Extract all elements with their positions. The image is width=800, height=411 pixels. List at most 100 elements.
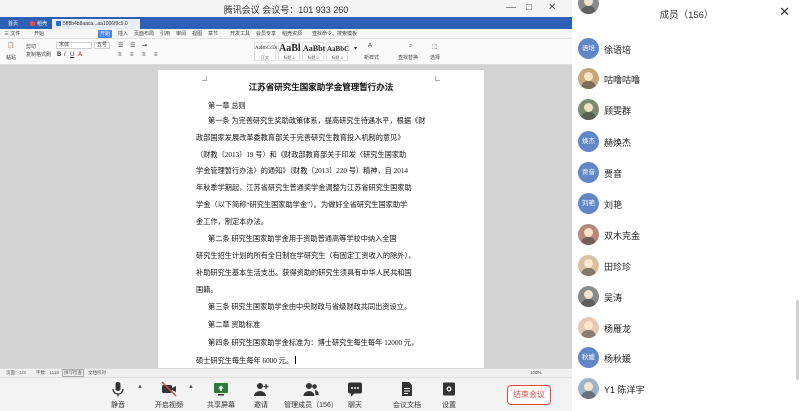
chat-button[interactable]: 聊天 xyxy=(332,381,378,410)
avatar xyxy=(578,286,599,307)
avatar xyxy=(578,224,599,245)
doc-line: 第一章 总则 xyxy=(208,102,246,110)
doc-line: 年秋季学期起，江苏省研究生普通奖学金调整为江苏省研究生国家助 xyxy=(196,184,412,192)
chevron-down-icon[interactable]: ▾ xyxy=(354,45,357,52)
style-normal[interactable]: AaBbCcDi 正文 xyxy=(254,42,278,61)
number-list-icon[interactable]: ☰ xyxy=(130,42,135,49)
format-painter-button[interactable]: 格式刷 xyxy=(36,51,51,58)
invite-button[interactable]: 邀请 xyxy=(238,381,284,410)
bold-icon[interactable]: B xyxy=(57,52,61,58)
zoom-level[interactable]: 100% xyxy=(530,370,542,375)
member-item[interactable]: 顾雯群 xyxy=(573,98,800,122)
member-name: 双木克金 xyxy=(604,231,641,241)
member-item[interactable]: 秋媛 杨秋媛 xyxy=(573,346,800,370)
style-normal-sample: AaBbCcDi xyxy=(255,46,278,51)
member-list-scrollbar[interactable] xyxy=(796,300,799,380)
doc-line: 金工作，制定本办法。 xyxy=(196,218,268,226)
avatar: 秋媛 xyxy=(578,347,599,368)
mute-options-chevron-icon[interactable]: ▲ xyxy=(137,384,143,390)
wps-tab-bar: 首页 稻壳 5ff8b4b8aaca...aa1006f9c9.0 xyxy=(0,17,572,29)
cut-button[interactable]: 剪切 xyxy=(26,43,36,50)
style-heading-1[interactable]: AaBl 标题 1 xyxy=(278,42,301,61)
document-page[interactable]: 江苏省研究生国家助学金管理暂行办法 第一章 总则 第一条 为完善研究生奖助政策体… xyxy=(158,70,484,375)
find-replace-button[interactable]: 查找替换 xyxy=(398,54,418,61)
style-heading-2[interactable]: AaBbt 标题 2 xyxy=(302,42,325,61)
spellcheck-toggle[interactable]: 拼写检查 xyxy=(62,369,84,377)
doc-line: 学金管理暂行办法〉的通知》（财教〔2013〕220 号）精神，自 2014 xyxy=(196,167,409,175)
menu-review[interactable]: 审阅 xyxy=(176,30,186,38)
style-heading-3[interactable]: AaBbC 标题 3 xyxy=(326,42,349,61)
font-name-select[interactable]: 宋体 xyxy=(56,42,92,49)
font-color-icon[interactable]: A xyxy=(78,52,82,58)
meeting-titlebar: 腾讯会议 会议号：101 933 260 — □ ✕ xyxy=(0,0,572,17)
align-left-icon[interactable]: ≡ xyxy=(118,52,122,58)
italic-icon[interactable]: I xyxy=(64,52,66,58)
menu-docer-res[interactable]: 稻壳资源 xyxy=(282,30,302,38)
menu-search-command[interactable]: 查找命令、搜索模板 xyxy=(312,30,357,38)
member-name: Y1 陈洋宇 xyxy=(604,385,645,395)
member-item[interactable]: 双木克金 xyxy=(573,223,800,247)
menu-chapter[interactable]: 章节 xyxy=(208,30,218,38)
doc-line: （财教〔2013〕19 号）和《财政部教育部关于印发〈研究生国家助 xyxy=(196,151,407,159)
menu-insert[interactable]: 插入 xyxy=(118,30,128,38)
minimize-icon[interactable]: — xyxy=(506,2,516,13)
doc-line: 第三条 研究生国家助学金由中央财政与省级财政共同出资设立。 xyxy=(208,303,412,311)
paste-button[interactable]: 粘贴 xyxy=(6,54,16,61)
member-item[interactable]: 杨雁龙 xyxy=(573,316,800,340)
member-item[interactable]: 田珍珍 xyxy=(573,254,800,278)
avatar xyxy=(578,68,599,89)
menu-start-dup[interactable]: 开始 xyxy=(34,30,44,38)
menu-reference[interactable]: 引用 xyxy=(160,30,170,38)
member-item[interactable]: 贾音 贾音 xyxy=(573,161,800,185)
start-video-label: 开启视频 xyxy=(155,402,183,409)
wps-tab-home[interactable]: 首页 xyxy=(4,19,22,29)
style-heading-3-name: 标题 3 xyxy=(331,55,343,60)
member-name: 咕噜咕噜 xyxy=(604,75,641,85)
menu-layout[interactable]: 页面布局 xyxy=(134,30,154,38)
microphone-icon xyxy=(112,382,124,397)
wps-status-bar: 页面：1/3 字数：1118 拼写检查 文档校对 100% xyxy=(0,368,572,377)
member-item[interactable]: 焕杰 赫焕杰 xyxy=(573,130,800,154)
settings-button[interactable]: 设置 xyxy=(426,381,472,410)
document-canvas: 江苏省研究生国家助学金管理暂行办法 第一章 总则 第一条 为完善研究生奖助政策体… xyxy=(0,65,572,379)
close-window-icon[interactable]: ✕ xyxy=(548,2,556,13)
menu-start[interactable]: 开始 xyxy=(98,30,113,38)
wps-tab-document[interactable]: 5ff8b4b8aaca...aa1006f9c9.0 xyxy=(52,19,140,29)
bullet-list-icon[interactable]: ☰ xyxy=(118,42,123,49)
new-style-button[interactable]: 新样式 xyxy=(364,54,379,61)
member-item[interactable]: 刘艳 刘艳 xyxy=(573,192,800,216)
manage-members-button[interactable]: 管理成员（156） xyxy=(284,381,338,410)
align-center-icon[interactable]: ≡ xyxy=(130,52,134,58)
video-options-chevron-icon[interactable]: ▲ xyxy=(188,384,194,390)
doc-line-last: 硕士研究生每生每年 6000 元。 xyxy=(196,356,297,366)
start-video-button[interactable]: 开启视频 xyxy=(146,381,192,410)
menu-developer[interactable]: 开发工具 xyxy=(230,30,250,38)
doc-check-button[interactable]: 文档校对 xyxy=(88,370,106,376)
mute-button[interactable]: 静音 xyxy=(95,381,141,410)
screen-share-icon xyxy=(214,383,228,396)
copy-button[interactable]: 复制 xyxy=(26,51,36,58)
member-item[interactable]: Y1 陈洋宇 xyxy=(573,377,800,401)
underline-icon[interactable]: U xyxy=(70,52,74,58)
member-item[interactable]: 语培 徐语培 xyxy=(573,37,800,61)
menu-vip[interactable]: 会员专享 xyxy=(256,30,276,38)
meeting-docs-button[interactable]: 会议文档 xyxy=(384,381,430,410)
member-item[interactable]: 咕噜咕噜 xyxy=(573,67,800,91)
avatar: 焕杰 xyxy=(578,131,599,152)
member-name: 吴涛 xyxy=(604,293,623,303)
justify-icon[interactable]: ≡ xyxy=(154,52,158,58)
avatar xyxy=(578,99,599,120)
select-button[interactable]: 选择 xyxy=(430,54,440,61)
end-meeting-button[interactable]: 结束会议 xyxy=(507,385,551,405)
member-item-partial[interactable] xyxy=(573,0,800,16)
shared-screen: 首页 稻壳 5ff8b4b8aaca...aa1006f9c9.0 三 文件 开… xyxy=(0,17,572,379)
maximize-icon[interactable]: □ xyxy=(526,2,532,13)
indent-icon[interactable]: ⇥ xyxy=(142,42,147,49)
member-name: 顾雯群 xyxy=(604,106,632,116)
wps-tab-docer[interactable]: 稻壳 xyxy=(26,19,51,29)
member-item[interactable]: 吴涛 xyxy=(573,285,800,309)
align-right-icon[interactable]: ≡ xyxy=(142,52,146,58)
font-size-select[interactable]: 五号 xyxy=(94,42,110,49)
menu-file[interactable]: 三 文件 xyxy=(4,30,20,38)
menu-view[interactable]: 视图 xyxy=(192,30,202,38)
